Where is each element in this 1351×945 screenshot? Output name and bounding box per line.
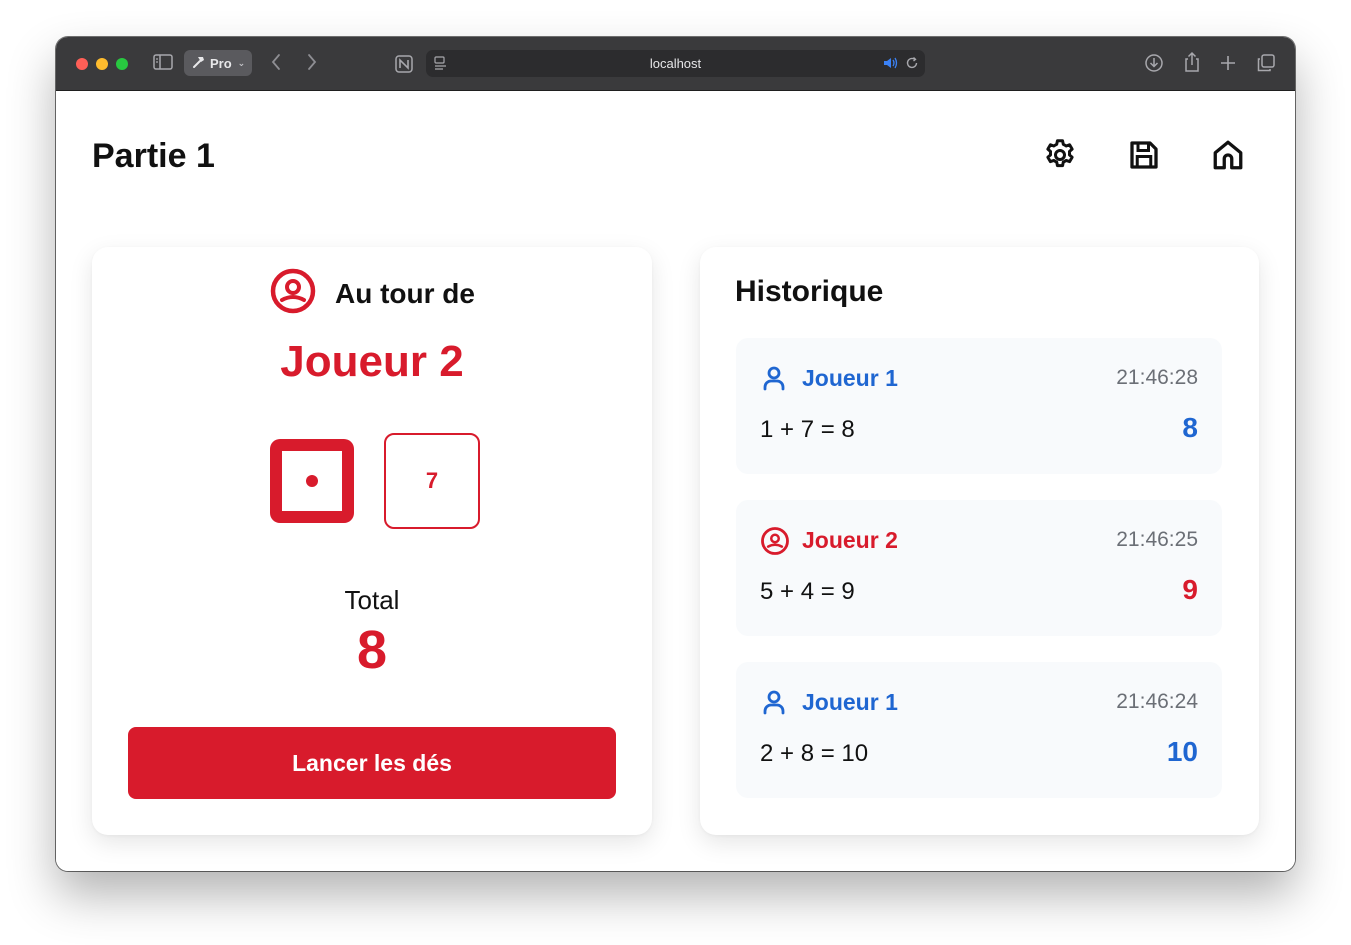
back-icon[interactable] <box>270 52 282 77</box>
history-equation: 2 + 8 = 10 <box>760 740 869 767</box>
history-title: Historique <box>735 275 884 308</box>
browser-toolbar: Pro ⌄ localhost <box>56 37 1295 91</box>
user-circle-icon <box>760 526 790 561</box>
history-item: Joueur 1 21:46:24 2 + 8 = 10 10 <box>736 662 1222 798</box>
history-player-name: Joueur 2 <box>802 527 898 553</box>
total-value: 8 <box>356 620 388 680</box>
die-pip <box>306 475 318 487</box>
history-equation: 1 + 7 = 8 <box>760 416 855 443</box>
history-time: 21:46:25 <box>1116 528 1198 551</box>
audio-playing-icon[interactable] <box>883 56 899 73</box>
page-menu-icon[interactable] <box>434 56 448 73</box>
gear-icon <box>1042 137 1078 178</box>
save-button[interactable] <box>1124 137 1164 177</box>
share-icon[interactable] <box>1183 51 1201 78</box>
hammer-icon <box>192 55 206 72</box>
page-content: Partie 1 Au tour de Joueur 2 7 Total 8 L… <box>56 91 1295 871</box>
profile-label: Pro <box>210 55 232 71</box>
history-time: 21:46:24 <box>1116 690 1198 713</box>
history-item: Joueur 1 21:46:28 1 + 7 = 8 8 <box>736 338 1222 474</box>
tab-overview-icon[interactable] <box>1256 53 1276 78</box>
browser-window: Pro ⌄ localhost Partie 1 Au tour de Joue… <box>56 37 1295 871</box>
history-equation: 5 + 4 = 9 <box>760 578 855 605</box>
turn-header: Au tour de <box>92 267 652 320</box>
sidebar-toggle-icon[interactable] <box>153 53 173 76</box>
history-time: 21:46:28 <box>1116 366 1198 389</box>
user-icon <box>760 688 788 721</box>
url-text: localhost <box>649 56 702 71</box>
user-circle-icon <box>269 267 317 320</box>
history-score: 8 <box>1182 412 1198 443</box>
history-player-name: Joueur 1 <box>802 689 898 715</box>
die-one <box>270 439 354 523</box>
turn-card: Au tour de Joueur 2 7 Total 8 Lancer les… <box>92 247 652 835</box>
current-player-name: Joueur 2 <box>280 337 464 386</box>
user-icon <box>760 364 788 397</box>
chevron-down-icon: ⌄ <box>237 57 246 68</box>
home-button[interactable] <box>1208 137 1248 177</box>
page-title: Partie 1 <box>92 137 215 175</box>
reload-icon[interactable] <box>905 56 919 73</box>
die-two: 7 <box>384 433 480 529</box>
minimize-window-button[interactable] <box>96 58 108 70</box>
address-bar[interactable]: localhost <box>426 50 925 77</box>
history-card: Historique Joueur 1 21:46:28 1 + 7 = 8 8… <box>700 247 1259 835</box>
turn-label: Au tour de <box>335 277 475 309</box>
history-score: 9 <box>1182 574 1198 605</box>
new-tab-icon[interactable] <box>1219 54 1237 77</box>
close-window-button[interactable] <box>76 58 88 70</box>
maximize-window-button[interactable] <box>116 58 128 70</box>
roll-dice-button[interactable]: Lancer les dés <box>128 727 616 799</box>
profile-button[interactable]: Pro ⌄ <box>184 50 252 76</box>
history-score: 10 <box>1166 736 1198 767</box>
forward-icon[interactable] <box>306 52 318 77</box>
history-player-name: Joueur 1 <box>802 365 898 391</box>
notion-extension-icon[interactable] <box>394 54 414 79</box>
home-icon <box>1210 137 1246 178</box>
settings-button[interactable] <box>1040 137 1080 177</box>
total-label: Total <box>344 585 400 615</box>
floppy-disk-icon <box>1126 137 1162 178</box>
downloads-icon[interactable] <box>1144 53 1164 78</box>
history-item: Joueur 2 21:46:25 5 + 4 = 9 9 <box>736 500 1222 636</box>
